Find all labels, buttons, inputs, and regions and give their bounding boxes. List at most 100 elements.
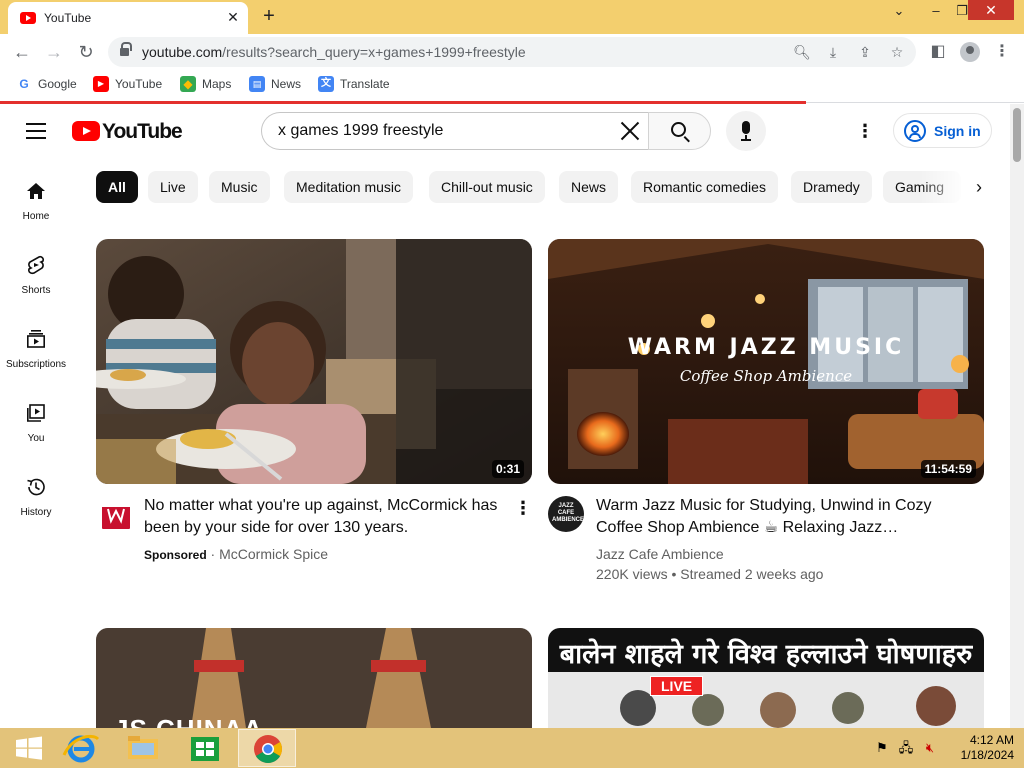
chip-news[interactable]: News [559, 171, 619, 203]
profile-avatar-icon[interactable] [960, 42, 980, 62]
lock-icon[interactable] [120, 42, 132, 57]
shorts-icon [28, 255, 44, 275]
history-icon [27, 478, 45, 496]
video-title[interactable]: No matter what you're up against, McCorm… [144, 495, 510, 539]
share-icon[interactable]: ⇪ [856, 43, 874, 61]
bookmark-label: Translate [340, 77, 390, 91]
search-page-icon[interactable]: 🔍︎ [793, 43, 811, 61]
search-input[interactable]: x games 1999 freestyle [261, 112, 649, 150]
page-scrollbar[interactable] [1010, 104, 1024, 728]
channel-avatar[interactable]: JAZZ CAFE AMBIENCE [548, 496, 584, 532]
bookmark-star-icon[interactable]: ☆ [888, 43, 906, 61]
voice-search-button[interactable] [726, 111, 766, 151]
channel-name[interactable]: McCormick Spice [219, 546, 328, 562]
thumbnail-headline: बालेन शाहले गरे विश्व हल्लाउने घोषणाहरु [559, 639, 973, 670]
chip-next-chevron-icon[interactable]: › [966, 174, 992, 200]
subscriptions-icon [26, 330, 45, 348]
chip-romantic-comedies[interactable]: Romantic comedies [631, 171, 778, 203]
search-button[interactable] [648, 112, 711, 150]
nav-label: You [27, 433, 45, 444]
search-icon [671, 122, 686, 137]
address-bar[interactable]: youtube.com/results?search_query=x+games… [108, 37, 916, 67]
channel-name[interactable]: Jazz Cafe Ambience [596, 546, 724, 562]
thumbnail-text: JS CHINAA [114, 714, 263, 728]
network-icon[interactable]: 🖧︎ [898, 740, 914, 756]
page-load-progress-bar [0, 101, 806, 104]
thumbnail-image [96, 628, 532, 728]
chip-live[interactable]: Live [148, 171, 198, 203]
scrollbar-thumb[interactable] [1013, 108, 1021, 162]
tab-youtube[interactable]: YouTube ✕ [8, 2, 248, 34]
channel-avatar[interactable] [98, 499, 134, 535]
video-more-icon[interactable]: ⋮ [514, 497, 532, 519]
chip-meditation-music[interactable]: Meditation music [284, 171, 414, 203]
nav-label: Subscriptions [5, 359, 67, 370]
nav-home[interactable]: Home [0, 181, 72, 245]
window-close-icon[interactable]: ✕ [968, 0, 1014, 20]
youtube-play-icon [72, 121, 100, 141]
tab-close-icon[interactable]: ✕ [224, 8, 242, 26]
chip-dramedy[interactable]: Dramedy [791, 171, 872, 203]
taskbar-internet-explorer[interactable] [52, 729, 110, 767]
sponsored-label: Sponsored [144, 548, 207, 562]
taskbar-chrome[interactable] [238, 729, 296, 767]
sign-in-label: Sign in [934, 123, 981, 139]
you-library-icon [27, 404, 45, 422]
mccormick-logo-icon [102, 507, 130, 529]
chip-music[interactable]: Music [209, 171, 270, 203]
sign-in-button[interactable]: Sign in [893, 113, 992, 148]
bookmarks-bar: G Google ▶ YouTube ◆ Maps ▤ News 文 Translate [0, 70, 1024, 98]
nav-label: Shorts [21, 285, 51, 296]
install-app-icon[interactable]: ⤓ [824, 43, 842, 61]
taskbar-store[interactable] [176, 729, 234, 767]
nav-history[interactable]: History [0, 477, 72, 541]
nav-you[interactable]: You [0, 403, 72, 467]
chrome-menu-icon[interactable]: ⋮ [990, 40, 1014, 64]
bookmark-youtube[interactable]: ▶ YouTube [93, 76, 162, 92]
video-thumbnail[interactable]: 0:31 [96, 239, 532, 484]
file-explorer-icon [128, 736, 158, 759]
back-arrow-icon[interactable]: ← [10, 40, 34, 64]
clear-search-icon[interactable] [618, 119, 642, 143]
forward-arrow-icon[interactable]: → [42, 40, 66, 64]
start-button[interactable] [0, 729, 58, 767]
nav-label: Home [22, 211, 50, 222]
nav-subscriptions[interactable]: Subscriptions [0, 329, 72, 393]
taskbar-file-explorer[interactable] [114, 729, 172, 767]
nav-label: History [20, 507, 52, 518]
side-panel-icon[interactable]: ◧ [926, 40, 950, 64]
youtube-logo[interactable]: YouTube [72, 120, 183, 144]
bookmark-google[interactable]: G Google [16, 76, 77, 92]
chip-chill-out-music[interactable]: Chill-out music [429, 171, 545, 203]
settings-more-icon[interactable]: ⋮ [855, 120, 875, 142]
bookmark-translate[interactable]: 文 Translate [318, 76, 390, 92]
video-title[interactable]: Warm Jazz Music for Studying, Unwind in … [596, 495, 982, 539]
bookmark-maps[interactable]: ◆ Maps [180, 76, 231, 92]
video-thumbnail[interactable]: बालेन शाहले गरे विश्व हल्लाउने घोषणाहरु … [548, 628, 984, 728]
system-clock[interactable]: 4:12 AM 1/18/2024 [946, 733, 1014, 763]
new-tab-icon[interactable]: + [258, 6, 280, 28]
chip-all[interactable]: All [96, 171, 138, 203]
guide-menu-icon[interactable] [24, 120, 48, 140]
news-icon: ▤ [249, 76, 265, 92]
nav-shorts[interactable]: Shorts [0, 255, 72, 319]
video-duration-badge: 11:54:59 [920, 460, 976, 478]
minimize-icon[interactable]: – [924, 0, 948, 22]
reload-icon[interactable]: ↻ [74, 40, 98, 64]
thumbnail-subtitle: Coffee Shop Ambience [679, 367, 853, 385]
chip-fade [920, 168, 968, 206]
url-text: youtube.com/results?search_query=x+games… [142, 44, 526, 60]
bookmark-news[interactable]: ▤ News [249, 76, 301, 92]
video-thumbnail[interactable]: JS CHINAA [96, 628, 532, 728]
search-query-text[interactable]: x games 1999 freestyle [278, 122, 443, 140]
video-thumbnail[interactable]: WARM JAZZ MUSIC Coffee Shop Ambience 11:… [548, 239, 984, 484]
volume-muted-icon[interactable]: 🔇︎ [922, 740, 938, 756]
bookmark-label: YouTube [115, 77, 163, 91]
tab-search-chevron-icon[interactable]: ⌄ [888, 0, 910, 22]
account-circle-icon [904, 120, 926, 142]
live-badge: LIVE [650, 676, 704, 696]
translate-icon: 文 [318, 76, 334, 92]
action-center-flag-icon[interactable]: ⚑ [874, 740, 890, 756]
tab-title: YouTube [44, 11, 92, 25]
youtube-favicon-icon [20, 12, 36, 24]
